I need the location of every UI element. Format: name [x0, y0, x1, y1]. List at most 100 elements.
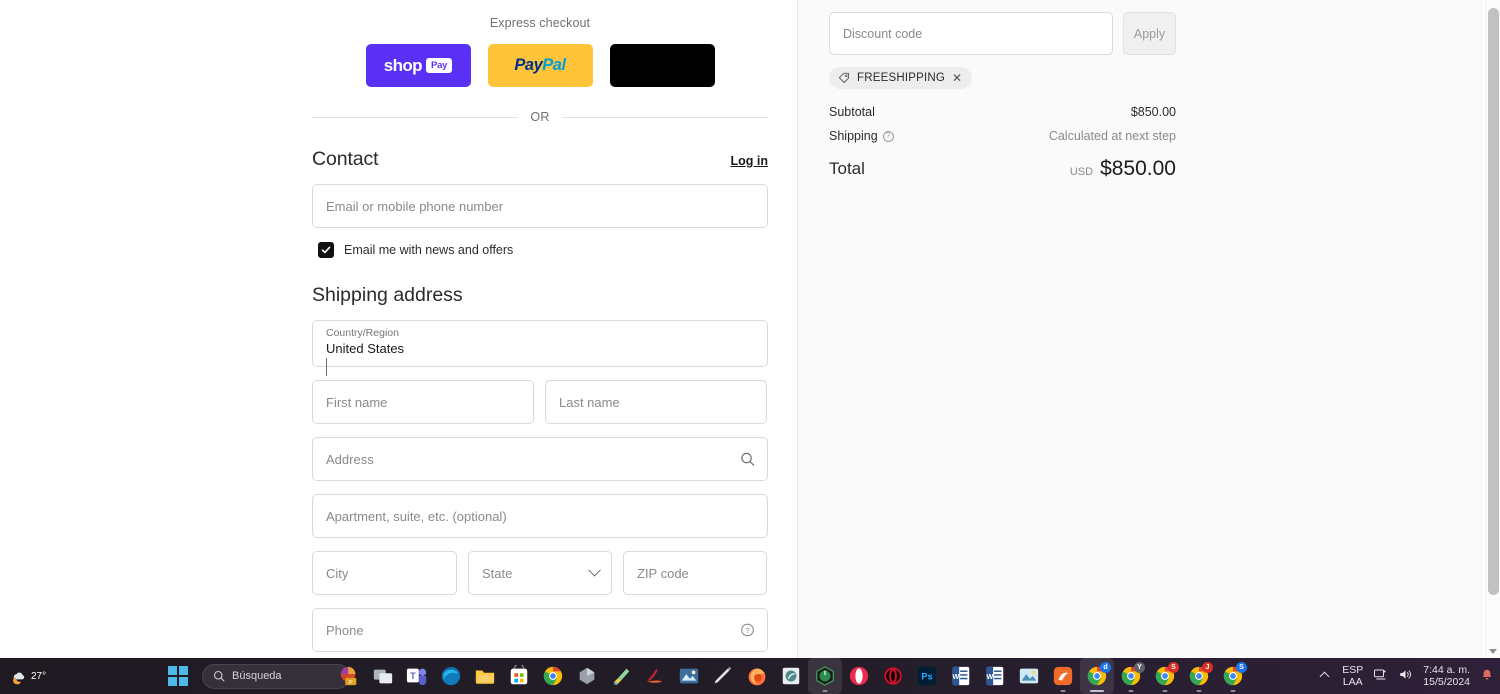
applied-discount-tag: FREESHIPPING ✕ [829, 67, 973, 89]
taskbar-icon-opera[interactable] [842, 658, 876, 694]
country-region-value: United States [326, 341, 405, 356]
newsletter-checkbox-row[interactable]: Email me with news and offers [312, 242, 768, 258]
scroll-down-arrow-icon[interactable] [1489, 649, 1497, 654]
phone-placeholder: Phone [326, 622, 364, 638]
taskbar-icon-firefox[interactable] [740, 658, 774, 694]
discount-code-input[interactable]: Discount code [829, 12, 1113, 55]
taskbar-icon-edge[interactable] [434, 658, 468, 694]
taskbar-icon-file-explorer[interactable] [468, 658, 502, 694]
taskbar-icon-sketch-app[interactable] [1046, 658, 1080, 694]
contact-section-header: Contact Log in [312, 148, 768, 171]
taskbar-icon-opera-gx[interactable] [876, 658, 910, 694]
paypal-word-pay: Pay [514, 56, 543, 74]
shipping-info-icon[interactable]: ? [882, 130, 894, 142]
taskbar-icon-photoshop[interactable]: Ps [910, 658, 944, 694]
discount-code-placeholder: Discount code [843, 26, 923, 41]
log-in-link[interactable]: Log in [731, 154, 769, 168]
taskbar-icon-task-view[interactable] [366, 658, 400, 694]
shipping-label: Shipping [829, 129, 878, 143]
zip-code-field[interactable]: ZIP code [623, 551, 767, 595]
shop-pay-button[interactable]: shop Pay [365, 44, 471, 87]
taskbar-icon-chrome[interactable] [536, 658, 570, 694]
svg-text:W: W [952, 672, 959, 681]
network-icon[interactable] [1373, 667, 1388, 685]
shop-pay-wordmark: shop [383, 55, 423, 75]
help-circle-icon[interactable]: ? [740, 623, 755, 638]
shipping-row: Shipping ? Calculated at next step [829, 129, 1176, 143]
express-checkout-buttons: shop Pay PayPal [312, 44, 768, 87]
total-currency: USD [1069, 166, 1094, 178]
taskbar-app-icons: P T Ps W W d Y S J S [332, 658, 1250, 694]
checkout-screen: Express checkout shop Pay PayPal OR Cont… [0, 0, 1500, 694]
taskbar-icon-teams[interactable]: T [400, 658, 434, 694]
taskbar-icon-powerpoint[interactable]: P [332, 658, 366, 694]
taskbar-icon-disk-tool[interactable] [774, 658, 808, 694]
taskbar-search-placeholder: Búsqueda [232, 670, 282, 682]
apartment-placeholder: Apartment, suite, etc. (optional) [326, 508, 507, 524]
chevron-down-icon [326, 358, 327, 376]
weather-temperature: 27° [31, 670, 47, 682]
taskbar-running-indicator [1162, 689, 1168, 692]
taskbar-icon-word-2[interactable]: W [978, 658, 1012, 694]
notification-bell-icon[interactable] [1480, 668, 1494, 685]
taskbar-icon-acrobat[interactable] [638, 658, 672, 694]
taskbar-icon-chrome-s1[interactable]: S [1148, 658, 1182, 694]
start-button[interactable] [168, 666, 188, 686]
paypal-button[interactable]: PayPal [487, 44, 593, 87]
order-summary: Discount code Apply FREESHIPPING ✕ Subto… [829, 12, 1176, 191]
search-icon[interactable] [740, 452, 755, 467]
apartment-field[interactable]: Apartment, suite, etc. (optional) [312, 494, 768, 538]
taskbar-running-indicator [1128, 689, 1134, 692]
city-placeholder: City [326, 565, 349, 581]
city-field[interactable]: City [312, 551, 457, 595]
taskbar-icon-chrome-d[interactable]: d [1080, 658, 1114, 694]
taskbar-search-box[interactable]: Búsqueda [202, 663, 350, 689]
taskbar-icon-copilot[interactable] [570, 658, 604, 694]
newsletter-checkbox[interactable] [318, 242, 334, 258]
taskbar-icon-picture-manager[interactable] [1012, 658, 1046, 694]
last-name-field[interactable]: Last name [545, 380, 767, 424]
shop-pay-pill: Pay [425, 57, 453, 74]
taskbar-icon-microsoft-store[interactable] [502, 658, 536, 694]
page-scrollbar[interactable] [1485, 0, 1500, 658]
language-indicator[interactable]: ESP LAA [1342, 664, 1363, 688]
taskbar-icon-image-viewer[interactable] [672, 658, 706, 694]
phone-field[interactable]: Phone ? [312, 608, 768, 652]
checkout-form: Express checkout shop Pay PayPal OR Cont… [312, 0, 768, 694]
taskbar-icon-chrome-j[interactable]: J [1182, 658, 1216, 694]
first-name-placeholder: First name [326, 394, 388, 410]
first-name-field[interactable]: First name [312, 380, 534, 424]
clock[interactable]: 7:44 a. m. 15/5/2024 [1423, 664, 1470, 688]
email-placeholder: Email or mobile phone number [326, 198, 504, 214]
taskbar-weather-widget[interactable]: 27° [8, 666, 46, 686]
address-placeholder: Address [326, 451, 374, 467]
email-field[interactable]: Email or mobile phone number [312, 184, 768, 228]
taskbar-icon-paint[interactable] [604, 658, 638, 694]
state-placeholder: State [482, 565, 513, 581]
country-region-select[interactable]: Country/Region United States [312, 320, 768, 376]
address-field[interactable]: Address [312, 437, 768, 481]
taskbar-icon-word[interactable]: W [944, 658, 978, 694]
taskbar-icon-snipping-tool[interactable] [706, 658, 740, 694]
language-line-2: LAA [1342, 676, 1363, 688]
black-wallet-button[interactable] [609, 44, 715, 87]
chrome-profile-badge: J [1202, 662, 1213, 673]
taskbar-icon-game-launcher[interactable] [808, 658, 842, 694]
remove-discount-button[interactable]: ✕ [952, 72, 962, 84]
subtotal-row: Subtotal $850.00 [829, 105, 1176, 119]
paypal-word-pal: Pal [542, 56, 566, 74]
volume-icon[interactable] [1398, 667, 1413, 685]
applied-discount-code: FREESHIPPING [857, 72, 946, 84]
show-hidden-icons-button[interactable] [1319, 671, 1330, 681]
city-state-zip-row: City State ZIP code [312, 538, 768, 595]
chrome-profile-badge: S [1168, 662, 1179, 673]
chevron-down-icon [588, 563, 601, 578]
apply-discount-button[interactable]: Apply [1123, 12, 1176, 55]
state-select[interactable]: State [468, 551, 612, 595]
total-label: Total [829, 159, 865, 178]
zip-code-placeholder: ZIP code [637, 565, 689, 581]
scrollbar-thumb[interactable] [1488, 8, 1499, 595]
taskbar-icon-chrome-s2[interactable]: S [1216, 658, 1250, 694]
taskbar-center-group: Búsqueda [168, 663, 350, 689]
taskbar-icon-chrome-y[interactable]: Y [1114, 658, 1148, 694]
